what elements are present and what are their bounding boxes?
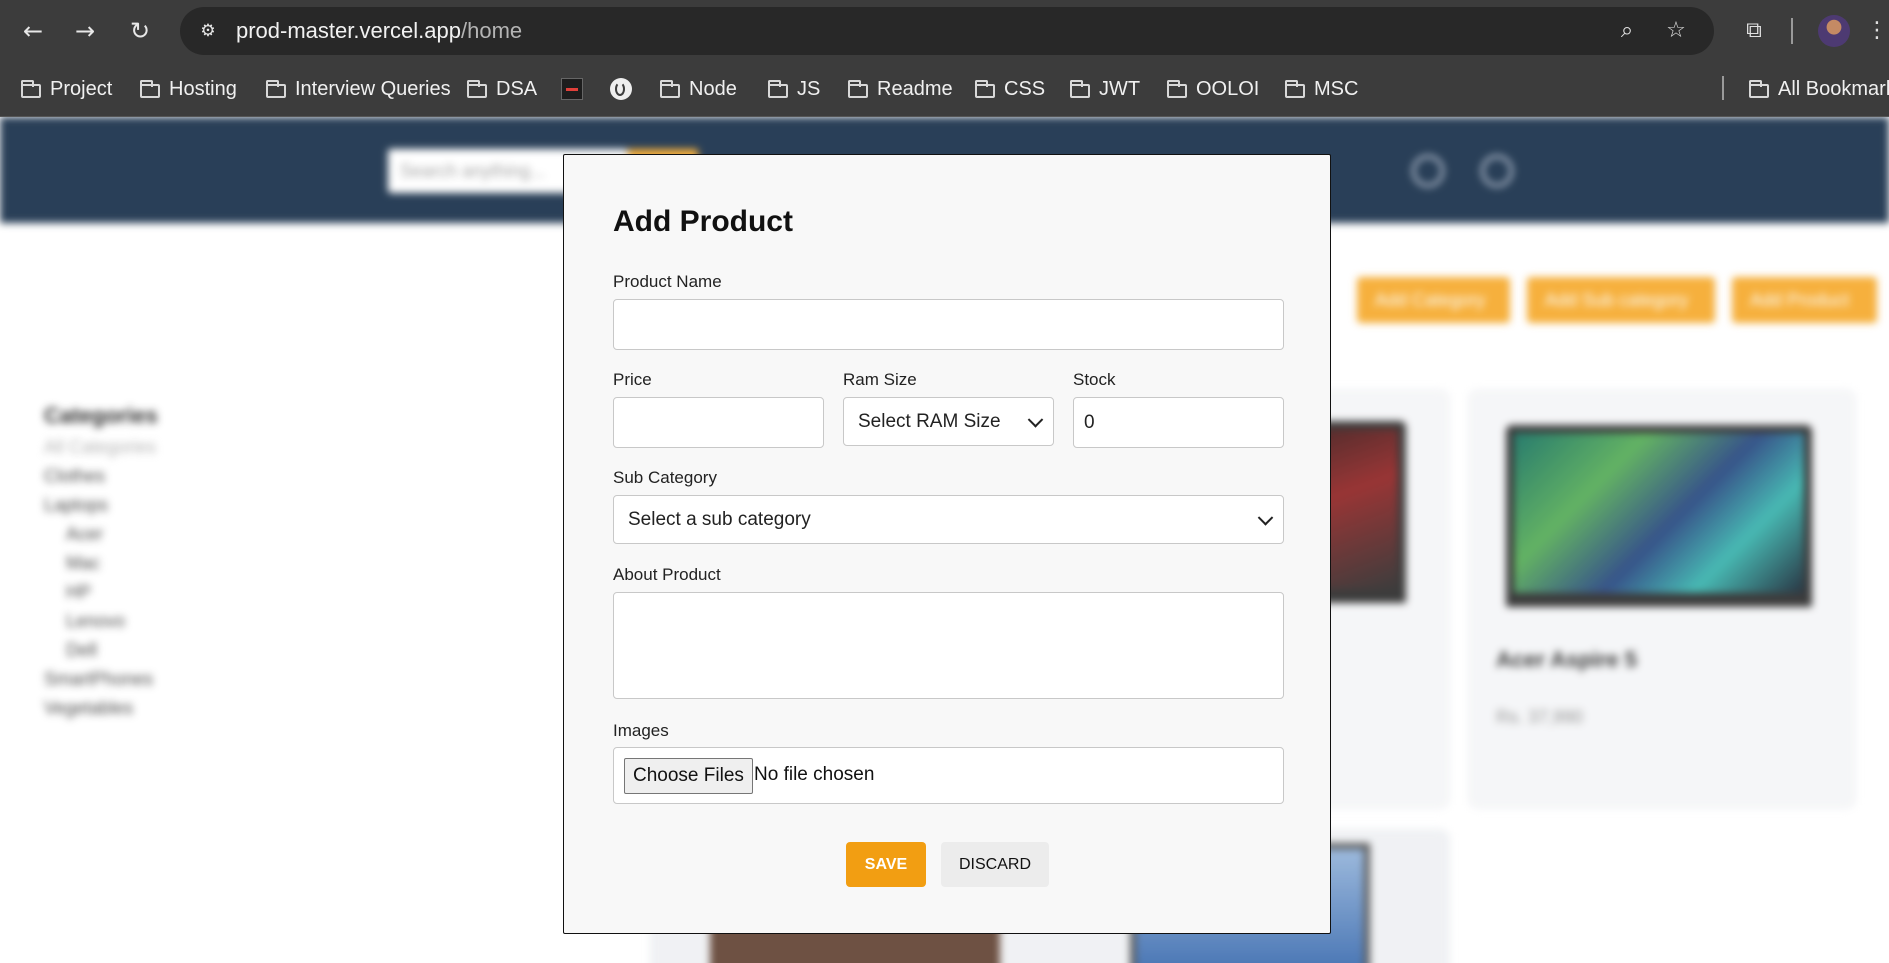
bookmark-hosting[interactable]: Hosting <box>140 74 237 104</box>
folder-icon <box>140 79 160 98</box>
bookmark-interview-queries[interactable]: Interview Queries <box>266 74 451 104</box>
toolbar-divider <box>1791 18 1793 44</box>
stock-input[interactable]: 0 <box>1073 397 1284 448</box>
folder-icon <box>848 79 868 98</box>
site-info-icon[interactable]: ⚙ <box>194 17 222 45</box>
menu-icon[interactable]: ⋮ <box>1866 14 1888 48</box>
images-label: Images <box>613 721 669 740</box>
reload-icon[interactable]: ↻ <box>123 14 157 48</box>
folder-icon <box>266 79 286 98</box>
bookmark-site[interactable] <box>561 74 583 104</box>
price-label: Price <box>613 370 652 389</box>
about-product-textarea[interactable] <box>613 592 1284 699</box>
chevron-down-icon <box>1027 411 1044 428</box>
images-file-input: Choose Files No file chosen <box>613 747 1284 804</box>
bookmark-js[interactable]: JS <box>768 74 820 104</box>
bookmark-node[interactable]: Node <box>660 74 737 104</box>
file-status-text: No file chosen <box>754 764 875 785</box>
extensions-icon[interactable]: ⧉ <box>1737 14 1771 48</box>
folder-icon <box>1285 79 1305 98</box>
bookmark-star-icon[interactable]: ☆ <box>1662 17 1690 45</box>
bookmark-project[interactable]: Project <box>21 74 112 104</box>
bookmark-readme[interactable]: Readme <box>848 74 953 104</box>
sub-category-label: Sub Category <box>613 468 717 487</box>
address-bar[interactable]: ⚙ prod-master.vercel.app/home ⌕ ☆ <box>180 7 1714 55</box>
folder-icon <box>975 79 995 98</box>
folder-icon <box>467 79 487 98</box>
bookmark-globe[interactable] <box>610 74 632 104</box>
folder-icon <box>1070 79 1090 98</box>
discard-button[interactable]: DISCARD <box>941 842 1049 887</box>
price-input[interactable] <box>613 397 824 448</box>
sub-category-select[interactable]: Select a sub category <box>613 495 1284 544</box>
bookmarks-bar: Project Hosting Interview Queries DSA No… <box>0 62 1889 117</box>
choose-files-button[interactable]: Choose Files <box>624 758 753 794</box>
bookmark-msc[interactable]: MSC <box>1285 74 1358 104</box>
folder-icon <box>660 79 680 98</box>
folder-icon <box>1167 79 1187 98</box>
forward-icon[interactable]: → <box>68 14 102 48</box>
bookmark-dsa[interactable]: DSA <box>467 74 537 104</box>
ram-size-select[interactable]: Select RAM Size <box>843 397 1054 446</box>
globe-icon <box>610 78 632 100</box>
modal-title: Add Product <box>613 205 793 238</box>
chevron-down-icon <box>1257 509 1274 526</box>
back-icon[interactable]: ← <box>16 14 50 48</box>
save-button[interactable]: SAVE <box>846 842 926 887</box>
all-bookmarks[interactable]: All Bookmarks <box>1749 74 1889 104</box>
browser-toolbar: ← → ↻ ⚙ prod-master.vercel.app/home ⌕ ☆ … <box>0 0 1889 62</box>
ram-size-label: Ram Size <box>843 370 917 389</box>
folder-icon <box>21 79 41 98</box>
profile-avatar[interactable] <box>1818 15 1850 47</box>
zoom-icon[interactable]: ⌕ <box>1613 17 1641 45</box>
about-product-label: About Product <box>613 565 721 584</box>
folder-icon <box>768 79 788 98</box>
bookmarks-divider <box>1722 76 1724 100</box>
stock-label: Stock <box>1073 370 1116 389</box>
product-name-input[interactable] <box>613 299 1284 350</box>
add-product-modal: Add Product Product Name Price Ram Size … <box>563 154 1331 934</box>
url-text[interactable]: prod-master.vercel.app/home <box>236 18 522 44</box>
bookmark-ooloi[interactable]: OOLOI <box>1167 74 1259 104</box>
site-favicon <box>561 78 583 100</box>
product-name-label: Product Name <box>613 272 722 291</box>
folder-icon <box>1749 79 1769 98</box>
bookmark-jwt[interactable]: JWT <box>1070 74 1140 104</box>
bookmark-css[interactable]: CSS <box>975 74 1045 104</box>
